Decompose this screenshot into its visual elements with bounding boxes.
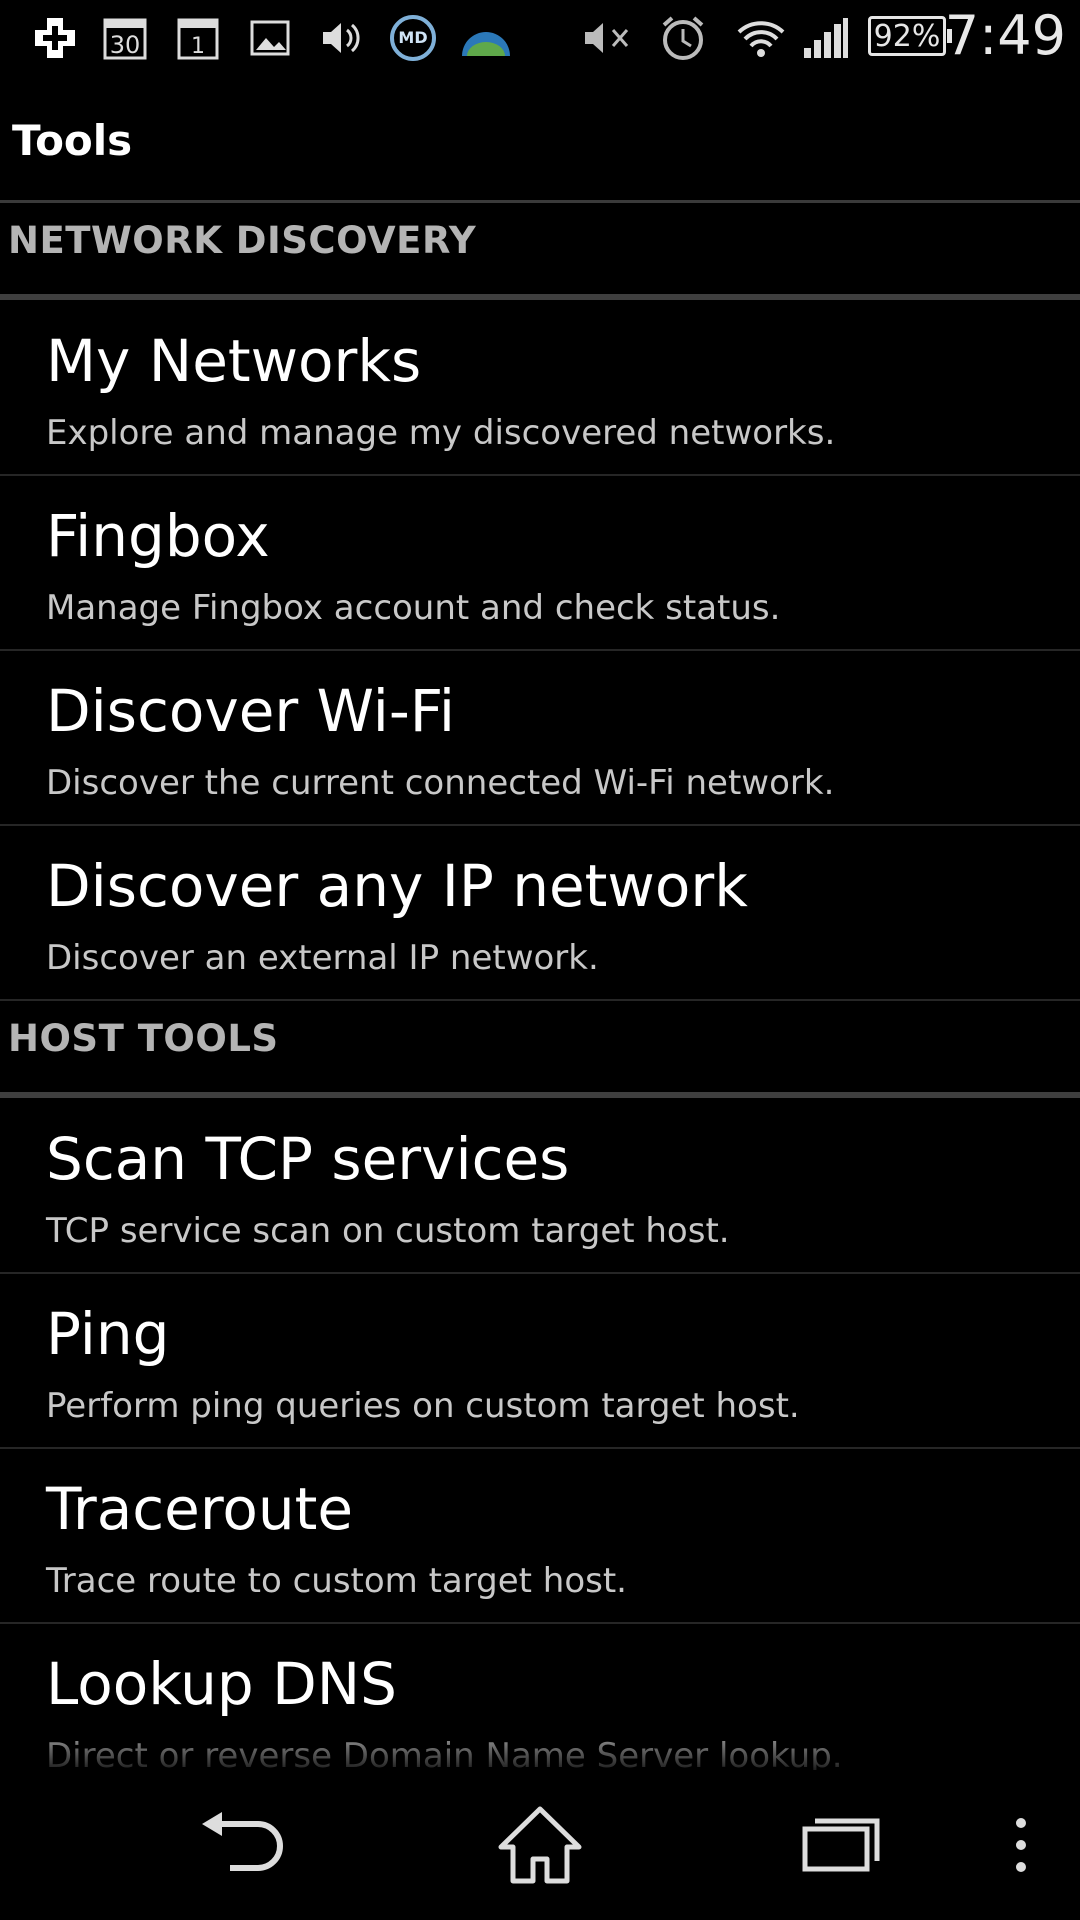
image-icon [248,12,292,64]
item-title: Lookup DNS [46,1650,397,1718]
svg-text:MD: MD [398,28,427,47]
list-item-my-networks[interactable]: My Networks Explore and manage my discov… [0,301,1080,476]
item-title: Ping [46,1300,170,1368]
item-subtitle: Explore and manage my discovered network… [46,413,836,453]
plus-notification-icon [30,12,80,64]
item-subtitle: TCP service scan on custom target host. [46,1211,730,1251]
globe-app-icon [458,12,514,64]
battery-icon: 92% [868,16,952,56]
item-title: Scan TCP services [46,1125,570,1193]
svg-text:30: 30 [110,31,141,59]
section-header-host-tools: HOST TOOLS [0,1001,1080,1098]
list-item-scan-tcp-services[interactable]: Scan TCP services TCP service scan on cu… [0,1099,1080,1274]
list-item-traceroute[interactable]: Traceroute Trace route to custom target … [0,1449,1080,1624]
back-icon[interactable] [188,1800,298,1890]
item-subtitle: Direct or reverse Domain Name Server loo… [46,1736,843,1770]
section-label: HOST TOOLS [8,1017,279,1060]
tools-list[interactable]: NETWORK DISCOVERY My Networks Explore an… [0,203,1080,1770]
recent-apps-icon[interactable] [786,1800,896,1890]
item-subtitle: Discover an external IP network. [46,938,599,978]
page-title: Tools [12,116,133,165]
item-title: Discover any IP network [46,852,748,920]
home-icon[interactable] [485,1800,595,1890]
section-header-network-discovery: NETWORK DISCOVERY [0,203,1080,300]
list-item-discover-wifi[interactable]: Discover Wi-Fi Discover the current conn… [0,651,1080,826]
item-title: Discover Wi-Fi [46,677,456,745]
section-divider [0,1092,1080,1098]
calendar-1-icon: 1 [174,12,222,64]
action-bar: Tools [0,76,1080,200]
list-item-discover-ip-network[interactable]: Discover any IP network Discover an exte… [0,826,1080,1001]
calendar-30-icon: 30 [100,12,150,64]
volume-icon [318,12,366,64]
list-item-ping[interactable]: Ping Perform ping queries on custom targ… [0,1274,1080,1449]
item-subtitle: Trace route to custom target host. [46,1561,627,1601]
item-title: Traceroute [46,1475,354,1543]
item-title: Fingbox [46,502,270,570]
list-item-fingbox[interactable]: Fingbox Manage Fingbox account and check… [0,476,1080,651]
mute-icon [580,12,640,64]
section-label: NETWORK DISCOVERY [8,219,477,262]
md-app-icon: MD [384,12,442,64]
status-bar: 30 1 MD 92% 7:49 [0,0,1080,76]
item-subtitle: Manage Fingbox account and check status. [46,588,781,628]
signal-icon [800,12,852,64]
item-subtitle: Perform ping queries on custom target ho… [46,1386,800,1426]
item-title: My Networks [46,327,422,395]
section-divider [0,294,1080,300]
clock-time: 7:49 [944,4,1066,67]
item-subtitle: Discover the current connected Wi-Fi net… [46,763,835,803]
list-item-lookup-dns[interactable]: Lookup DNS Direct or reverse Domain Name… [0,1624,1080,1770]
navigation-bar [0,1770,1080,1920]
overflow-menu-icon[interactable] [966,1800,1076,1890]
wifi-icon [734,12,788,64]
svg-text:1: 1 [191,34,205,59]
alarm-icon [656,12,710,64]
